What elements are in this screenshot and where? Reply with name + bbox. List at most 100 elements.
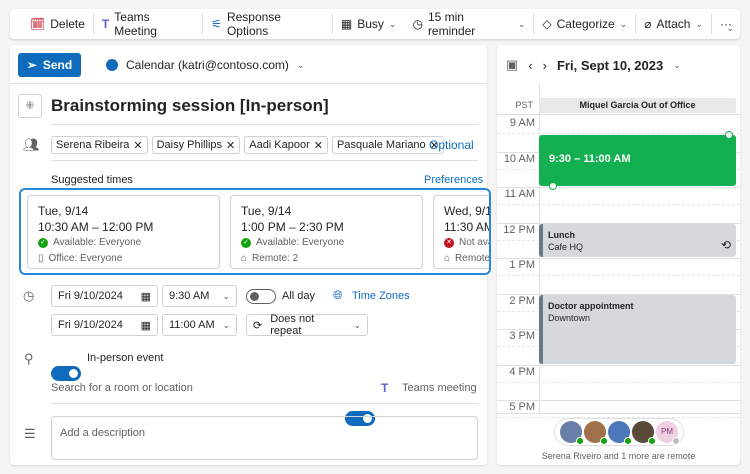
home-icon: ⌂ [444,253,451,264]
repeat-dropdown[interactable]: ⟳ Does not repeat ⌄ [246,313,368,337]
expand-ribbon-icon[interactable]: ⌄ [726,23,734,34]
clock-icon: ◷ [412,17,423,31]
location-input[interactable]: Search for a room or location [51,382,193,394]
delete-button[interactable]: 🗓 Delete [22,14,94,34]
time-grid: PST Miquel Garcia Out of Office 9 AM 10 A… [497,84,740,418]
calendar-event[interactable]: Doctor appointment Downtown [539,294,736,364]
suggestions-carousel: Tue, 9/14 10:30 AM – 12:00 PM ✓ Available… [19,188,491,275]
busy-dropdown[interactable]: ▦ Busy ⌄ [333,14,405,34]
resize-handle[interactable] [725,130,733,139]
event-time: 9:30 – 11:00 AM [549,152,631,165]
tag-icon: ◇ [542,17,552,31]
suggestion-card[interactable]: Wed, 9/15 11:30 AM ✕Not available ⌂Remot… [433,195,489,269]
hour-label: 4 PM [509,365,535,378]
all-day-event[interactable]: Miquel Garcia Out of Office [539,98,736,113]
attendees-icon: 👥︎ [23,137,40,152]
attach-dropdown[interactable]: ⌀ Attach ⌄ [636,14,713,34]
delete-icon: 🗓 [30,17,46,31]
event-location: Cafe HQ [548,241,584,252]
send-button[interactable]: ➢ Send [18,53,81,77]
all-day-toggle[interactable] [246,289,276,304]
calendar-selector[interactable]: Calendar (katri@contoso.com) ⌄ [106,58,304,72]
new-event-block[interactable]: 9:30 – 11:00 AM [539,130,736,190]
time-zones-link[interactable]: Time Zones [352,290,410,302]
sliders-icon: ⚟ [211,17,222,31]
hour-label: 3 PM [509,330,535,342]
available-icon: ✓ [38,238,48,248]
attendee-avatar[interactable] [632,421,656,445]
attendee-chip[interactable]: Pasquale Mariano ✕ [332,136,444,154]
calendar-event[interactable]: Lunch Cafe HQ ⟲ [539,223,736,257]
event-location: Downtown [548,312,591,323]
chevron-down-icon: ⌄ [353,319,361,330]
hour-label: 2 PM [509,294,535,307]
available-icon: ✓ [241,238,251,248]
home-icon: ⌂ [241,253,248,264]
chevron-down-icon: ⌄ [695,18,704,29]
attendee-avatar[interactable] [560,421,584,445]
recurring-icon: ⟲ [720,237,731,252]
start-date-picker[interactable]: Fri 9/10/2024 ▦ [51,285,158,307]
event-title: Lunch [548,229,575,240]
teams-meeting-button[interactable]: T Teams Meeting [94,10,204,38]
remote-attendees[interactable]: PM [554,418,684,446]
category-icon[interactable]: ⁜ [18,94,42,118]
teams-icon: T [381,381,389,395]
today-icon[interactable]: ▣ [506,57,518,73]
remove-icon[interactable]: ✕ [314,139,323,152]
remove-icon[interactable]: ✕ [226,139,235,152]
chevron-down-icon: ⌄ [222,319,230,330]
location-icon: ⚲ [24,351,34,366]
attendee-avatar[interactable]: PM [656,421,680,445]
attendees-list[interactable]: Serena Ribeira ✕ Daisy Phillips ✕ Aadi Kap… [51,136,448,154]
optional-link[interactable]: Optional [429,138,474,152]
office-icon: ▯ [38,253,44,264]
repeat-icon: ⟳ [253,319,263,332]
attendee-chip[interactable]: Aadi Kapoor ✕ [244,136,328,154]
resize-handle[interactable] [549,182,557,190]
event-title-input[interactable]: Brainstorming session [In-person] [51,96,329,116]
day-calendar: ▣ ‹ › Fri, Sept 10, 2023 ⌄ PST Miquel Ga… [497,45,740,465]
send-icon: ➢ [26,58,37,72]
hour-label: 11 AM [504,188,535,200]
categorize-dropdown[interactable]: ◇ Categorize ⌄ [534,14,637,34]
end-date-picker[interactable]: Fri 9/10/2024 ▦ [51,314,158,336]
chevron-down-icon: ⌄ [388,18,397,29]
toolbar: 🗓 Delete T Teams Meeting ⚟ Response Options… [10,9,740,39]
response-options-button[interactable]: ⚟ Response Options [203,10,333,38]
globe-icon: 🌐︎ [333,288,343,302]
attendee-avatar[interactable] [584,421,608,445]
calendar-date[interactable]: Fri, Sept 10, 2023 [557,58,663,73]
remove-icon[interactable]: ✕ [133,139,142,152]
calendar-icon: ▦ [140,319,151,332]
paperclip-icon: ⌀ [644,17,652,31]
calendar-color-dot [106,59,118,71]
clock-icon: ◷ [23,288,35,303]
attendee-chip[interactable]: Serena Ribeira ✕ [51,136,148,154]
description-icon: ☰ [24,426,36,441]
next-day-button[interactable]: › [543,58,547,73]
suggestion-card[interactable]: Tue, 9/14 1:00 PM – 2:30 PM ✓ Available: … [230,195,423,269]
attendee-chip[interactable]: Daisy Phillips ✕ [151,136,241,154]
hour-label: 1 PM [509,259,535,271]
preferences-link[interactable]: Preferences [424,174,483,186]
hour-label: 5 PM [509,401,535,413]
chevron-down-icon[interactable]: ⌄ [673,60,681,71]
chevron-down-icon: ⌄ [222,290,230,301]
previous-day-button[interactable]: ‹ [528,58,532,73]
teams-icon: T [101,17,110,31]
suggestion-card[interactable]: Tue, 9/14 10:30 AM – 12:00 PM ✓ Available… [27,195,220,269]
chevron-down-icon: ⌄ [296,59,305,70]
start-time-dropdown[interactable]: 9:30 AM ⌄ [162,285,237,307]
attendee-avatar[interactable] [608,421,632,445]
in-person-toggle[interactable] [51,366,81,381]
hour-label: 9 AM [509,117,535,129]
calendar-icon: ▦ [140,290,151,303]
chevron-down-icon: ⌄ [517,18,526,29]
description-input[interactable]: Add a description [51,416,478,460]
event-title: Doctor appointment [548,300,634,311]
reminder-dropdown[interactable]: ◷ 15 min reminder ⌄ [404,10,535,38]
end-time-dropdown[interactable]: 11:00 AM ⌄ [162,314,237,336]
suggested-times-label: Suggested times [51,174,133,186]
hour-label: 12 PM [503,223,535,236]
